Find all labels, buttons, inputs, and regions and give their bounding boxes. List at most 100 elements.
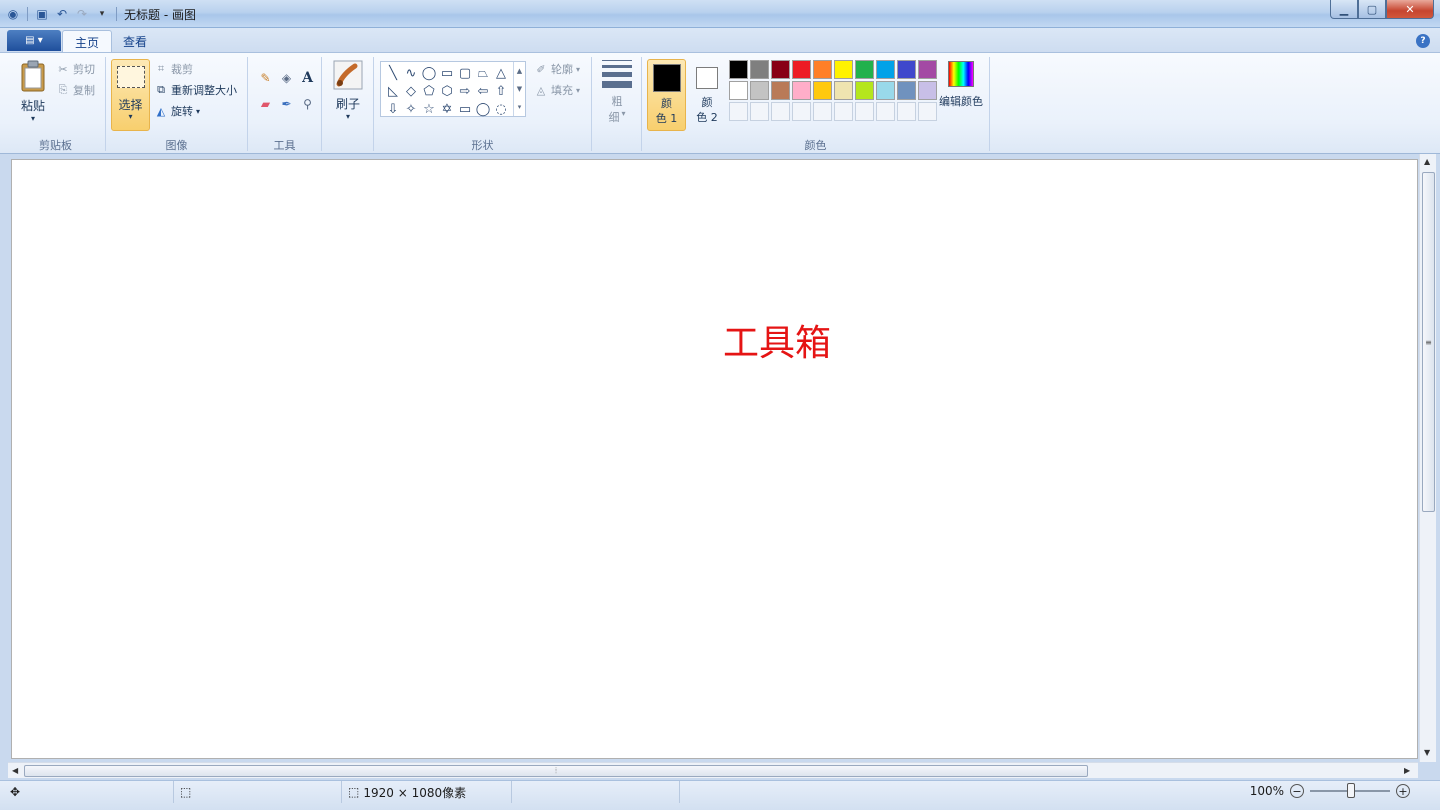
custom-color-slot[interactable] xyxy=(918,102,937,121)
palette-color-swatch[interactable] xyxy=(855,81,874,100)
right-triangle-shape-icon[interactable]: ◺ xyxy=(384,82,402,100)
custom-color-slot[interactable] xyxy=(876,102,895,121)
select-button[interactable]: 选择 ▾ xyxy=(111,59,150,131)
text-tool-icon[interactable]: A xyxy=(298,69,317,87)
cloud-callout-shape-icon[interactable]: ◌ xyxy=(492,100,510,118)
palette-color-swatch[interactable] xyxy=(876,81,895,100)
size-button[interactable]: 粗 细 ▾ xyxy=(600,59,634,125)
shapes-scroll[interactable]: ▲ ▼ ▾ xyxy=(513,62,525,116)
rectangle-shape-icon[interactable]: ▭ xyxy=(438,64,456,82)
customize-qat-icon[interactable]: ▾ xyxy=(93,5,111,23)
six-point-star-shape-icon[interactable]: ✡ xyxy=(438,100,456,118)
pentagon-shape-icon[interactable]: ⬠ xyxy=(420,82,438,100)
magnifier-icon[interactable]: ⚲ xyxy=(298,95,317,113)
diamond-shape-icon[interactable]: ◇ xyxy=(402,82,420,100)
shapes-scroll-down-icon[interactable]: ▼ xyxy=(517,85,522,93)
paste-dropdown-icon[interactable]: ▾ xyxy=(31,114,35,123)
palette-color-swatch[interactable] xyxy=(834,60,853,79)
eraser-icon[interactable]: ▰ xyxy=(256,95,275,113)
close-button[interactable]: ✕ xyxy=(1386,0,1434,19)
rounded-rectangle-shape-icon[interactable]: ▢ xyxy=(456,64,474,82)
palette-color-swatch[interactable] xyxy=(792,60,811,79)
redo-icon[interactable]: ↷ xyxy=(73,5,91,23)
five-point-star-shape-icon[interactable]: ☆ xyxy=(420,100,438,118)
palette-color-swatch[interactable] xyxy=(918,60,937,79)
color-picker-icon[interactable]: ✒ xyxy=(277,95,296,113)
custom-color-slot[interactable] xyxy=(750,102,769,121)
palette-color-swatch[interactable] xyxy=(918,81,937,100)
palette-color-swatch[interactable] xyxy=(750,60,769,79)
copy-button[interactable]: ⎘ 复制 xyxy=(56,82,95,98)
color2-button[interactable]: 颜 色 2 xyxy=(689,59,725,131)
palette-color-swatch[interactable] xyxy=(813,60,832,79)
edit-colors-button[interactable]: 编辑颜色 xyxy=(936,59,986,109)
horizontal-scroll-thumb[interactable]: ⦙ xyxy=(24,765,1088,777)
paint-menu-button[interactable]: ▤ ▾ xyxy=(7,30,61,51)
zoom-in-icon[interactable]: + xyxy=(1396,784,1410,798)
palette-color-swatch[interactable] xyxy=(771,60,790,79)
zoom-slider[interactable] xyxy=(1310,783,1390,798)
help-icon[interactable]: ? xyxy=(1416,34,1430,48)
palette-color-swatch[interactable] xyxy=(813,81,832,100)
left-arrow-shape-icon[interactable]: ⇦ xyxy=(474,82,492,100)
tab-home[interactable]: 主页 xyxy=(62,30,113,53)
palette-color-swatch[interactable] xyxy=(771,81,790,100)
tab-view[interactable]: 查看 xyxy=(111,30,159,53)
palette-color-swatch[interactable] xyxy=(792,81,811,100)
palette-color-swatch[interactable] xyxy=(834,81,853,100)
curve-shape-icon[interactable]: ∿ xyxy=(402,64,420,82)
scroll-up-icon[interactable]: ▲ xyxy=(1424,157,1430,166)
palette-color-swatch[interactable] xyxy=(876,60,895,79)
custom-color-slot[interactable] xyxy=(897,102,916,121)
rotate-button[interactable]: ◭ 旋转 ▾ xyxy=(154,103,200,119)
vertical-scrollbar[interactable]: ▲ ≡ ▼ xyxy=(1419,154,1436,762)
shapes-expand-icon[interactable]: ▾ xyxy=(518,103,522,111)
maximize-button[interactable]: ▢ xyxy=(1358,0,1386,19)
palette-color-swatch[interactable] xyxy=(855,60,874,79)
drawing-canvas[interactable]: 工具箱 xyxy=(11,159,1418,759)
custom-color-slot[interactable] xyxy=(792,102,811,121)
paint-app-icon[interactable]: ◉ xyxy=(4,5,22,23)
crop-button[interactable]: ⌗ 裁剪 xyxy=(154,61,193,77)
zoom-out-icon[interactable]: − xyxy=(1290,784,1304,798)
palette-color-swatch[interactable] xyxy=(729,81,748,100)
scroll-left-icon[interactable]: ◀ xyxy=(12,766,18,775)
line-shape-icon[interactable]: ╲ xyxy=(384,64,402,82)
polygon-shape-icon[interactable]: ⏢ xyxy=(474,64,492,82)
up-arrow-shape-icon[interactable]: ⇧ xyxy=(492,82,510,100)
right-arrow-shape-icon[interactable]: ⇨ xyxy=(456,82,474,100)
oval-shape-icon[interactable]: ◯ xyxy=(420,64,438,82)
palette-color-swatch[interactable] xyxy=(897,81,916,100)
hexagon-shape-icon[interactable]: ⬡ xyxy=(438,82,456,100)
save-icon[interactable]: ▣ xyxy=(33,5,51,23)
down-arrow-shape-icon[interactable]: ⇩ xyxy=(384,100,402,118)
custom-color-slot[interactable] xyxy=(855,102,874,121)
pencil-icon[interactable]: ✎ xyxy=(256,69,275,87)
select-dropdown-icon[interactable]: ▾ xyxy=(112,112,149,121)
resize-button[interactable]: ⧉ 重新调整大小 xyxy=(154,82,237,98)
rect-callout-shape-icon[interactable]: ▭ xyxy=(456,100,474,118)
shapes-scroll-up-icon[interactable]: ▲ xyxy=(517,67,522,75)
paste-button[interactable]: 粘贴 ▾ xyxy=(14,59,52,123)
vertical-scroll-thumb[interactable]: ≡ xyxy=(1422,172,1435,512)
color1-button[interactable]: 颜 色 1 xyxy=(647,59,686,131)
oval-callout-shape-icon[interactable]: ◯ xyxy=(474,100,492,118)
undo-icon[interactable]: ↶ xyxy=(53,5,71,23)
custom-color-slot[interactable] xyxy=(771,102,790,121)
brushes-button[interactable]: 刷子 ▾ xyxy=(330,59,366,121)
zoom-slider-thumb[interactable] xyxy=(1347,783,1355,798)
custom-color-slot[interactable] xyxy=(729,102,748,121)
fill-button[interactable]: ◬ 填充 ▾ xyxy=(534,82,580,98)
palette-color-swatch[interactable] xyxy=(750,81,769,100)
custom-color-slot[interactable] xyxy=(813,102,832,121)
horizontal-scrollbar[interactable]: ◀ ⦙ ▶ xyxy=(8,762,1418,778)
scroll-down-icon[interactable]: ▼ xyxy=(1424,748,1430,757)
four-point-star-shape-icon[interactable]: ✧ xyxy=(402,100,420,118)
scroll-right-icon[interactable]: ▶ xyxy=(1404,766,1410,775)
palette-color-swatch[interactable] xyxy=(729,60,748,79)
outline-button[interactable]: ✐ 轮廓 ▾ xyxy=(534,61,580,77)
fill-bucket-icon[interactable]: ◈ xyxy=(277,69,296,87)
palette-color-swatch[interactable] xyxy=(897,60,916,79)
triangle-shape-icon[interactable]: △ xyxy=(492,64,510,82)
cut-button[interactable]: ✂ 剪切 xyxy=(56,61,95,77)
